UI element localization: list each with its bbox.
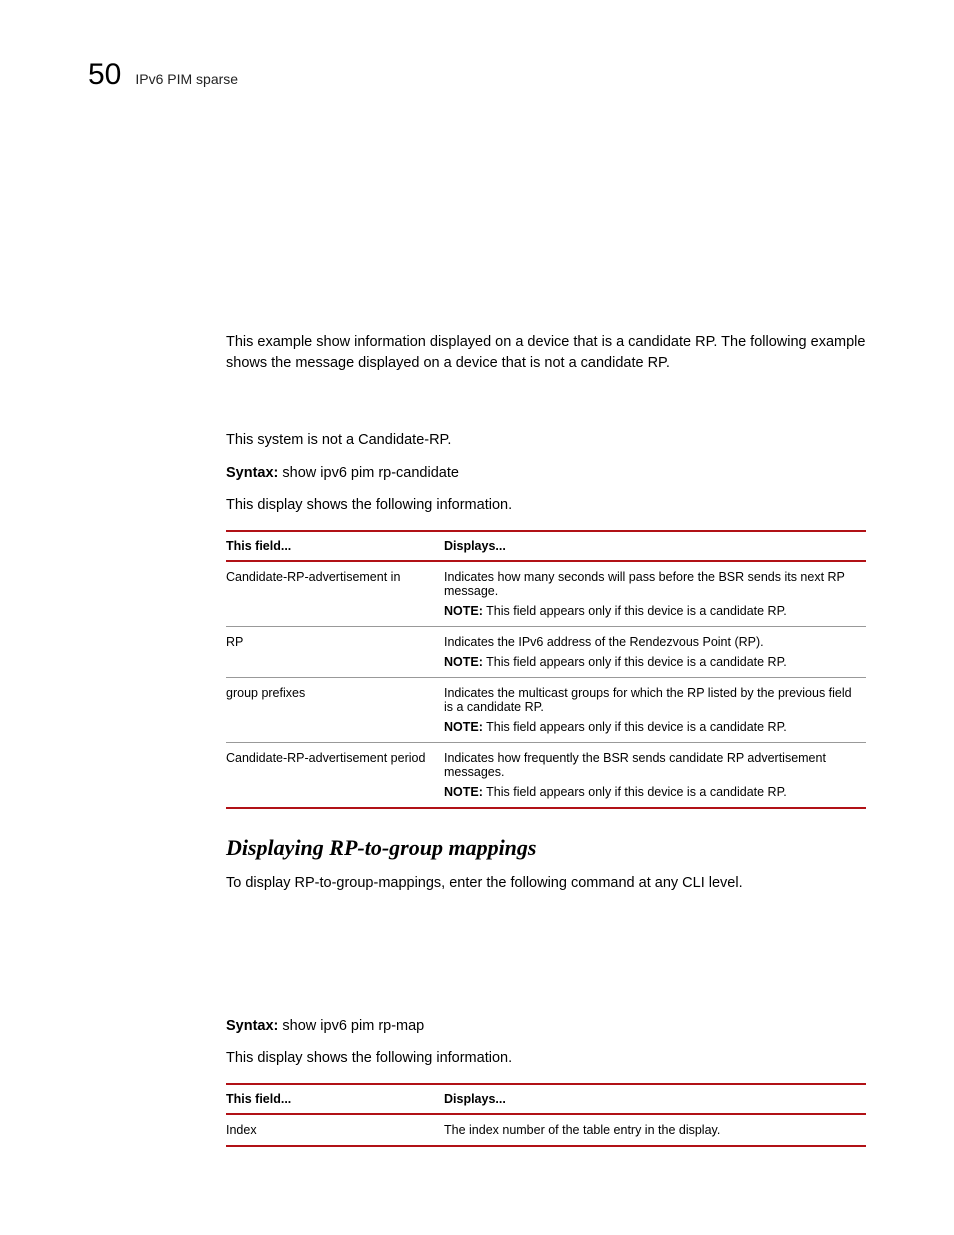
section-paragraph: To display RP-to-group-mappings, enter t… (226, 873, 866, 894)
display-intro-2: This display shows the following informa… (226, 1048, 866, 1069)
table-row: RP Indicates the IPv6 address of the Ren… (226, 627, 866, 678)
note-label: NOTE: (444, 785, 483, 799)
note-label: NOTE: (444, 720, 483, 734)
running-title: IPv6 PIM sparse (135, 71, 238, 87)
note-text: This field appears only if this device i… (483, 720, 787, 734)
field-name: Candidate-RP-advertisement period (226, 743, 444, 809)
note-text: This field appears only if this device i… (483, 604, 787, 618)
table-row: Index The index number of the table entr… (226, 1114, 866, 1146)
display-intro-1: This display shows the following informa… (226, 495, 866, 516)
note-label: NOTE: (444, 655, 483, 669)
table-row: Candidate-RP-advertisement in Indicates … (226, 561, 866, 627)
table-header-row: This field... Displays... (226, 531, 866, 561)
note-line: NOTE: This field appears only if this de… (444, 604, 860, 618)
note-text: This field appears only if this device i… (483, 655, 787, 669)
field-desc: Indicates how frequently the BSR sends c… (444, 743, 866, 809)
field-name: RP (226, 627, 444, 678)
running-header: 50 IPv6 PIM sparse (88, 58, 866, 92)
syntax-label: Syntax: (226, 465, 278, 481)
intro-paragraph: This example show information displayed … (226, 332, 866, 374)
note-label: NOTE: (444, 604, 483, 618)
field-desc: Indicates how many seconds will pass bef… (444, 561, 866, 627)
page-number: 50 (88, 58, 121, 92)
field-desc: Indicates the multicast groups for which… (444, 678, 866, 743)
page: 50 IPv6 PIM sparse This example show inf… (0, 0, 954, 1147)
col-header-displays: Displays... (444, 531, 866, 561)
not-candidate-line: This system is not a Candidate-RP. (226, 430, 866, 451)
section-heading: Displaying RP-to-group mappings (226, 835, 866, 861)
syntax-label: Syntax: (226, 1018, 278, 1034)
note-line: NOTE: This field appears only if this de… (444, 720, 860, 734)
table-row: Candidate-RP-advertisement period Indica… (226, 743, 866, 809)
field-name: Index (226, 1114, 444, 1146)
syntax-line-2: Syntax: show ipv6 pim rp-map (226, 1018, 866, 1034)
field-name: Candidate-RP-advertisement in (226, 561, 444, 627)
note-line: NOTE: This field appears only if this de… (444, 655, 860, 669)
fields-table-2: This field... Displays... Index The inde… (226, 1083, 866, 1147)
syntax-command: show ipv6 pim rp-candidate (278, 465, 459, 481)
col-header-field: This field... (226, 1084, 444, 1114)
col-header-displays: Displays... (444, 1084, 866, 1114)
field-desc: The index number of the table entry in t… (444, 1114, 866, 1146)
spacer (226, 908, 866, 1018)
desc-text: Indicates the multicast groups for which… (444, 686, 860, 714)
syntax-line-1: Syntax: show ipv6 pim rp-candidate (226, 465, 866, 481)
col-header-field: This field... (226, 531, 444, 561)
content-area: This example show information displayed … (226, 332, 866, 1147)
table-row: group prefixes Indicates the multicast g… (226, 678, 866, 743)
note-text: This field appears only if this device i… (483, 785, 787, 799)
note-line: NOTE: This field appears only if this de… (444, 785, 860, 799)
fields-table-1: This field... Displays... Candidate-RP-a… (226, 530, 866, 809)
desc-text: Indicates how many seconds will pass bef… (444, 570, 860, 598)
field-name: group prefixes (226, 678, 444, 743)
desc-text: Indicates how frequently the BSR sends c… (444, 751, 860, 779)
desc-text: The index number of the table entry in t… (444, 1123, 860, 1137)
table-header-row: This field... Displays... (226, 1084, 866, 1114)
field-desc: Indicates the IPv6 address of the Rendez… (444, 627, 866, 678)
desc-text: Indicates the IPv6 address of the Rendez… (444, 635, 860, 649)
syntax-command: show ipv6 pim rp-map (278, 1018, 424, 1034)
